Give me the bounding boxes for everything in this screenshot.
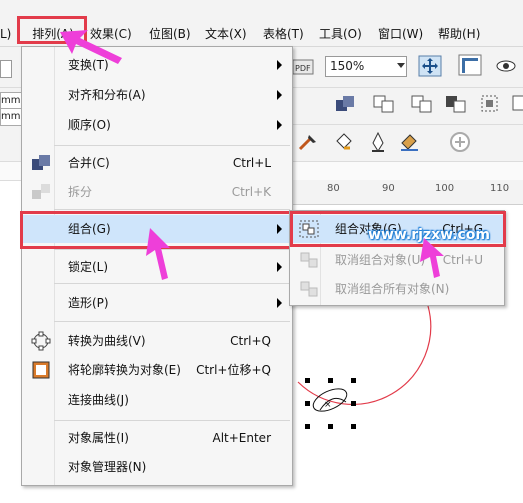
pen-nib-icon[interactable] bbox=[366, 131, 390, 153]
menu-item-label: 顺序(O) bbox=[68, 118, 111, 132]
menu-item-join-curves[interactable]: 连接曲线(J) bbox=[22, 386, 292, 414]
ungroup-icon bbox=[300, 252, 318, 268]
submenu-item-label: 取消组合对象(U) bbox=[335, 253, 426, 267]
menu-item-label: 对象属性(I) bbox=[68, 431, 129, 445]
submenu-item-ungroup[interactable]: 取消组合对象(U) Ctrl+U bbox=[290, 246, 504, 274]
height-field[interactable]: mm bbox=[0, 108, 22, 126]
menu-item-shortcut: Ctrl+K bbox=[231, 185, 271, 199]
menu-item-label: 将轮廓转换为对象(E) bbox=[68, 363, 181, 377]
menu-item-object-properties[interactable]: 对象属性(I) Alt+Enter bbox=[22, 424, 292, 452]
menu-item-outline-to-object[interactable]: 将轮廓转换为对象(E) Ctrl+位移+Q bbox=[22, 356, 292, 384]
weld-icon[interactable] bbox=[444, 93, 468, 115]
submenu-item-ungroup-all[interactable]: 取消组合所有对象(N) bbox=[290, 275, 504, 303]
view-icon[interactable] bbox=[494, 55, 518, 77]
menu-separator bbox=[54, 209, 290, 210]
convert-curves-icon bbox=[31, 331, 51, 351]
menu-item-label: 拆分 bbox=[68, 185, 93, 199]
chevron-down-icon[interactable] bbox=[397, 63, 405, 68]
zoom-select[interactable]: 150% bbox=[325, 56, 407, 77]
pointer-arrow-icon bbox=[420, 238, 444, 278]
submenu-arrow-icon bbox=[277, 90, 282, 100]
ungroup-all-icon bbox=[300, 281, 318, 297]
menu-bitmaps[interactable]: 位图(B) bbox=[149, 23, 191, 45]
red-circle-outline bbox=[297, 305, 432, 405]
menu-help[interactable]: 帮助(H) bbox=[438, 23, 480, 45]
menu-item-break-apart[interactable]: 拆分 Ctrl+K bbox=[22, 178, 292, 206]
combine-icon bbox=[32, 155, 50, 170]
horizontal-ruler[interactable]: 80 90 100 110 bbox=[290, 180, 523, 205]
menu-separator bbox=[54, 420, 290, 421]
zoom-value: 150% bbox=[330, 59, 365, 73]
menu-item-shaping[interactable]: 造形(P) bbox=[22, 289, 292, 317]
menu-item-shortcut: Ctrl+L bbox=[232, 156, 271, 170]
add-circle-icon[interactable] bbox=[448, 131, 472, 153]
full-screen-icon[interactable] bbox=[418, 55, 442, 77]
ruler-tick-label: 80 bbox=[327, 183, 340, 194]
menu-item-convert-to-curves[interactable]: 转换为曲线(V) Ctrl+Q bbox=[22, 327, 292, 355]
menu-tools[interactable]: 工具(O) bbox=[319, 23, 362, 45]
menu-item-label: 锁定(L) bbox=[68, 260, 109, 274]
menu-separator bbox=[54, 283, 290, 284]
submenu-arrow-icon bbox=[277, 262, 282, 272]
menu-item-shortcut: Ctrl+Q bbox=[230, 334, 271, 348]
fill-outline-icon[interactable] bbox=[398, 131, 422, 153]
eyedropper-icon[interactable] bbox=[296, 131, 320, 153]
menu-item-label: 合并(C) bbox=[68, 156, 110, 170]
intersect-icon[interactable] bbox=[511, 93, 523, 115]
submenu-arrow-icon bbox=[277, 60, 282, 70]
menu-window[interactable]: 窗口(W) bbox=[378, 23, 423, 45]
menu-item-shortcut: Alt+Enter bbox=[212, 431, 271, 445]
ruler-tick-label: 110 bbox=[490, 183, 510, 194]
menu-item-label: 对齐和分布(A) bbox=[68, 88, 146, 102]
menu-separator bbox=[54, 145, 290, 146]
ruler-tick-label: 90 bbox=[382, 183, 395, 194]
break-apart-icon bbox=[32, 184, 50, 199]
svg-text:×: × bbox=[324, 400, 332, 410]
menu-table[interactable]: 表格(T) bbox=[263, 23, 304, 45]
menu-item-label: 对象管理器(N) bbox=[68, 460, 147, 474]
combine-icon[interactable] bbox=[333, 93, 357, 115]
menu-item-label: 造形(P) bbox=[68, 296, 109, 310]
pointer-arrow-icon bbox=[60, 30, 122, 64]
menu-item-combine[interactable]: 合并(C) Ctrl+L bbox=[22, 149, 292, 177]
menu-item-shortcut: Ctrl+位移+Q bbox=[196, 363, 271, 377]
menu-item-object-manager[interactable]: 对象管理器(N) bbox=[22, 453, 292, 481]
ungroup-icon[interactable] bbox=[410, 93, 434, 115]
svg-text:PDF: PDF bbox=[295, 64, 311, 73]
export-pdf-icon[interactable]: PDF bbox=[291, 56, 315, 78]
outline-to-object-icon bbox=[32, 361, 50, 379]
menu-item-label: 连接曲线(J) bbox=[68, 393, 129, 407]
submenu-arrow-icon bbox=[277, 298, 282, 308]
group-icon[interactable] bbox=[372, 93, 396, 115]
menu-separator bbox=[54, 321, 290, 322]
submenu-arrow-icon bbox=[277, 120, 282, 130]
pointer-arrow-icon bbox=[146, 228, 170, 280]
menu-item-label: 转换为曲线(V) bbox=[68, 334, 146, 348]
paint-bucket-icon[interactable] bbox=[332, 131, 356, 153]
menu-item-align-distribute[interactable]: 对齐和分布(A) bbox=[22, 81, 292, 109]
rulers-icon[interactable] bbox=[458, 54, 482, 76]
menu-item-order[interactable]: 顺序(O) bbox=[22, 111, 292, 139]
page-icon[interactable] bbox=[0, 60, 12, 78]
menu-cut-item[interactable]: L) bbox=[0, 23, 11, 45]
ruler-tick-label: 100 bbox=[435, 183, 455, 194]
trim-icon[interactable] bbox=[478, 93, 502, 115]
menu-text[interactable]: 文本(X) bbox=[205, 23, 247, 45]
